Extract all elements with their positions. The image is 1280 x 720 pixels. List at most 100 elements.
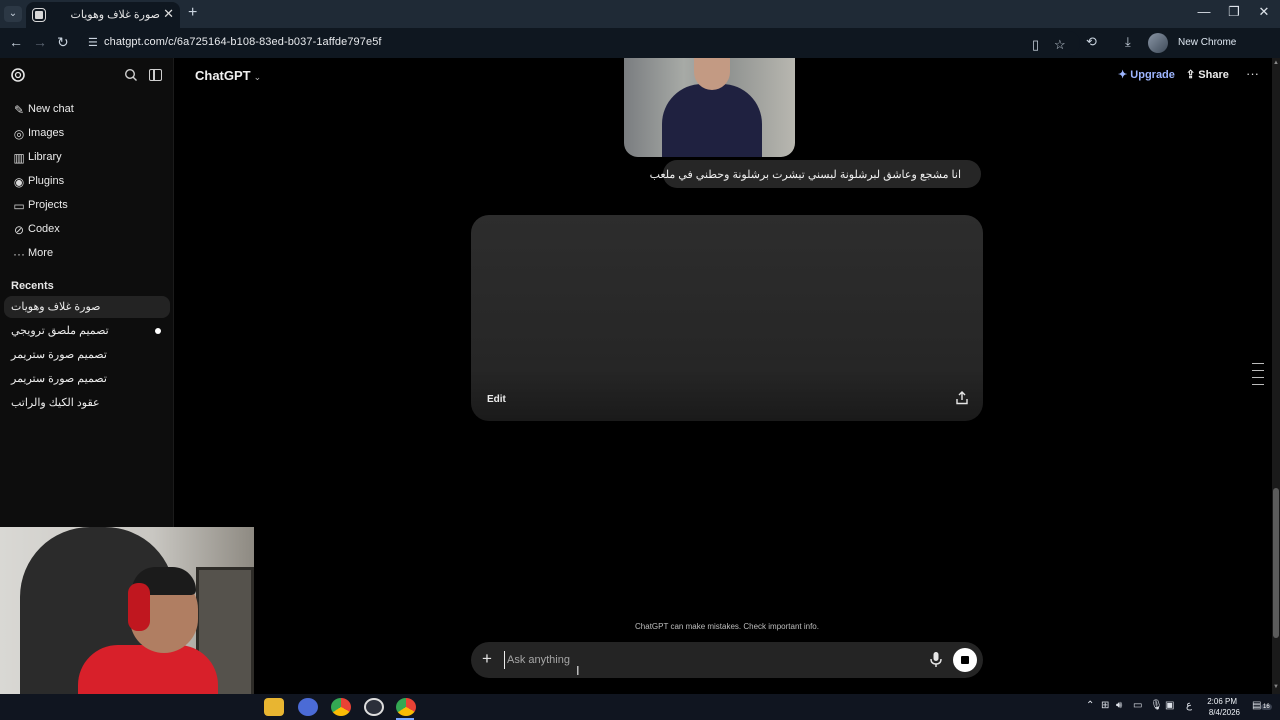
more-options-icon[interactable]: ··· <box>1246 66 1259 81</box>
tab-search-button[interactable]: ⌄ <box>4 6 22 22</box>
restore-button[interactable]: ❐ <box>1220 4 1248 20</box>
sidebar-item-projects[interactable]: ▭ Projects <box>4 195 170 217</box>
user-uploaded-photo[interactable] <box>624 58 795 157</box>
notification-icon[interactable]: ▤ <box>1252 700 1261 711</box>
history-icon[interactable]: ⟲ <box>1086 34 1097 50</box>
photo-shirt <box>662 84 762 157</box>
clock-date[interactable]: 8/4/2026 <box>1195 708 1240 717</box>
site-info-icon[interactable]: ☰ <box>88 36 98 49</box>
mouse-text-cursor-icon: I <box>576 663 580 678</box>
outline-mark[interactable] <box>1252 363 1264 364</box>
share-icon: ⇪ <box>1186 69 1196 81</box>
codex-icon: ⊘ <box>13 223 25 237</box>
sidebar-item-plugins[interactable]: ◉ Plugins <box>4 171 170 193</box>
scroll-down-icon[interactable]: ▼ <box>1272 684 1280 690</box>
mic-tray-icon[interactable]: 🎙︎ <box>1150 700 1163 711</box>
discord-icon[interactable] <box>298 698 318 716</box>
url-text[interactable]: chatgpt.com/c/6a725164-b108-83ed-b037-1a… <box>104 36 382 48</box>
obs-icon[interactable] <box>364 698 384 716</box>
tray-overflow-icon[interactable]: ⌃ <box>1086 700 1094 711</box>
edit-icon: ✎ <box>13 103 25 117</box>
sidebar-item-codex[interactable]: ⊘ Codex <box>4 219 170 241</box>
reload-icon[interactable]: ↻ <box>57 34 69 51</box>
volume-icon[interactable]: 🔊︎ <box>1116 700 1122 711</box>
chat-input[interactable] <box>504 651 904 669</box>
sidebar-item-label: Library <box>28 151 62 163</box>
sidebar-item-new-chat[interactable]: ✎ New chat <box>4 99 170 121</box>
sidebar-item-images[interactable]: ◎ Images <box>4 123 170 145</box>
new-chrome-available-button[interactable]: New Chrome available ⋮ <box>1172 32 1280 70</box>
openai-logo-icon[interactable] <box>10 67 26 83</box>
bookmark-star-icon[interactable]: ☆ <box>1054 37 1066 53</box>
sidebar-item-more[interactable]: ··· More <box>4 243 170 265</box>
edit-image-button[interactable]: Edit <box>487 394 506 405</box>
screen-share-icon[interactable]: ▣ <box>1165 700 1174 711</box>
model-selector[interactable]: ChatGPT ⌄ <box>195 68 261 83</box>
browser-tab[interactable]: صورة غلاف وهويات ✕ <box>26 2 180 28</box>
minimize-button[interactable]: — <box>1190 4 1218 19</box>
disclaimer-text: ChatGPT can make mistakes. Check importa… <box>635 622 819 631</box>
stop-generating-button[interactable] <box>953 648 977 672</box>
plugins-icon: ◉ <box>13 175 25 189</box>
outline-mark[interactable] <box>1252 384 1264 385</box>
generated-image-placeholder[interactable]: Edit <box>471 215 983 421</box>
recents-header: Recents <box>11 280 54 292</box>
unread-dot-icon <box>155 328 161 334</box>
display-icon[interactable]: ▭ <box>1133 700 1142 711</box>
recent-chat-label: تصميم صورة ستريمر <box>11 349 107 361</box>
microphone-icon[interactable] <box>929 651 943 669</box>
tab-close-icon[interactable]: ✕ <box>163 6 174 22</box>
page-scrollbar[interactable]: ▲ ▼ <box>1272 58 1280 694</box>
sidebar-item-label: Projects <box>28 199 68 211</box>
profile-avatar[interactable] <box>1148 33 1168 53</box>
recent-chat-item[interactable]: صورة غلاف وهويات <box>4 296 170 318</box>
recent-chat-item[interactable]: عقود الكيك والراتب <box>4 392 170 414</box>
projects-icon: ▭ <box>13 199 25 213</box>
recent-chat-label: صورة غلاف وهويات <box>11 301 101 313</box>
notification-badge: 16 <box>1261 704 1272 710</box>
share-label: Share <box>1198 69 1229 81</box>
upgrade-button[interactable]: ✦ Upgrade <box>1118 68 1175 81</box>
webcam-headset <box>128 583 150 631</box>
recent-chat-label: عقود الكيك والراتب <box>11 397 100 409</box>
address-bar[interactable]: ☰ chatgpt.com/c/6a725164-b108-83ed-b037-… <box>80 31 1080 55</box>
add-attachment-icon[interactable]: + <box>482 649 492 669</box>
back-icon[interactable]: ← <box>9 34 23 50</box>
recent-chat-item[interactable]: تصميم صورة ستريمر <box>4 344 170 366</box>
recent-chat-label: تصميم صورة ستريمر <box>11 373 107 385</box>
outline-mark[interactable] <box>1252 377 1264 378</box>
network-icon[interactable]: ⊞ <box>1101 700 1109 711</box>
scrollbar-thumb[interactable] <box>1273 488 1279 638</box>
tab-title: صورة غلاف وهويات <box>70 9 161 21</box>
browser-toolbar: ← → ↻ ☰ chatgpt.com/c/6a725164-b108-83ed… <box>0 28 1280 70</box>
download-icon[interactable]: ⤓ <box>1125 34 1131 50</box>
more-icon: ··· <box>13 247 25 261</box>
chat-main: ChatGPT ⌄ ✦ Upgrade ⇪ Share ··· انا مشجع … <box>174 58 1272 694</box>
user-message-bubble: انا مشجع وعاشق لبرشلونة لبسني تيشرت برشل… <box>650 160 981 188</box>
sidebar-toggle-icon[interactable] <box>149 69 162 81</box>
recent-chat-item[interactable]: تصميم صورة ستريمر <box>4 368 170 390</box>
chrome-icon[interactable] <box>331 698 351 716</box>
recent-chat-item[interactable]: تصميم ملصق ترويجي <box>4 320 170 342</box>
search-icon[interactable] <box>124 68 138 82</box>
upgrade-label: Upgrade <box>1130 69 1175 81</box>
scroll-up-icon[interactable]: ▲ <box>1272 60 1280 66</box>
forward-icon[interactable]: → <box>33 34 47 50</box>
sidebar-item-library[interactable]: ▥ Library <box>4 147 170 169</box>
clock-time[interactable]: 2:06 PM <box>1195 697 1237 706</box>
close-window-button[interactable]: ✕ <box>1250 4 1278 20</box>
file-explorer-icon[interactable] <box>264 698 284 716</box>
new-tab-button[interactable]: + <box>188 4 197 22</box>
conversation-outline-marks[interactable] <box>1252 363 1264 391</box>
share-image-icon[interactable] <box>955 391 969 405</box>
outline-mark[interactable] <box>1252 370 1264 371</box>
sidebar-item-label: Images <box>28 127 65 139</box>
chrome-active-icon[interactable] <box>396 698 416 716</box>
language-indicator[interactable]: ع <box>1186 700 1192 711</box>
reading-mode-icon[interactable]: ▯ <box>1032 37 1039 53</box>
chevron-down-icon: ⌄ <box>253 72 262 82</box>
sidebar-item-label: More <box>28 247 54 259</box>
sidebar-item-label: New chat <box>28 103 74 115</box>
share-button[interactable]: ⇪ Share <box>1186 68 1229 81</box>
sparkle-icon: ✦ <box>1118 69 1128 81</box>
